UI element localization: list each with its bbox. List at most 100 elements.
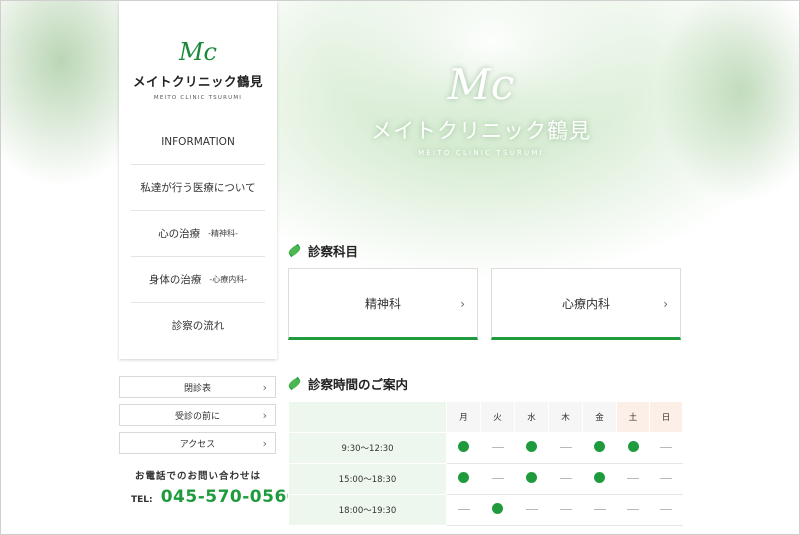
open-dot-icon: [458, 472, 469, 483]
department-card-psychosomatic[interactable]: 心療内科 ›: [491, 268, 681, 340]
open-dot-icon: [526, 441, 537, 452]
schedule-cell: [446, 432, 481, 464]
schedule-row: 9:30〜12:30: [288, 432, 683, 464]
schedule-cell: [582, 432, 617, 464]
sub-button-label: 受診の前に: [174, 411, 220, 422]
schedule-cell: [446, 494, 481, 526]
closed-dash-icon: [491, 478, 504, 479]
sidebar-logo[interactable]: Mc メイトクリニック鶴見 MEITO CLINIC TSURUMI: [119, 39, 277, 101]
day-header: 火: [480, 401, 515, 433]
department-label: 心療内科: [561, 296, 610, 311]
closed-dash-icon: [457, 509, 470, 510]
schedule-cell: [480, 463, 515, 495]
nav-item-label: 診察の流れ: [171, 320, 225, 332]
open-dot-icon: [594, 441, 605, 452]
section-title: 診察科目: [308, 244, 359, 259]
nav-item-label: 心の治療: [158, 228, 201, 240]
chevron-right-icon: ›: [262, 381, 267, 394]
sub-button-label: アクセス: [179, 439, 216, 450]
schedule-cell: [616, 494, 650, 526]
hero-subtitle: MEITO CLINIC TSURUMI: [418, 149, 544, 157]
contact-label: お電話でのお問い合わせは: [134, 471, 261, 482]
nav-item-about-care[interactable]: 私達が行う医療について: [131, 165, 265, 211]
open-dot-icon: [594, 472, 605, 483]
closed-dash-icon: [525, 509, 538, 510]
day-header-saturday: 土: [616, 401, 650, 433]
closed-dash-icon: [627, 478, 639, 479]
sub-button-before-visit[interactable]: 受診の前に ›: [119, 404, 276, 426]
schedule-cell: [514, 463, 549, 495]
nav-item-sublabel: -心療内科-: [209, 275, 248, 284]
hero-mark: Mc: [447, 60, 515, 109]
closed-dash-icon: [593, 509, 606, 510]
day-header: 水: [514, 401, 549, 433]
departments-heading: 診察科目: [288, 241, 358, 260]
sub-button-access[interactable]: アクセス ›: [119, 432, 276, 454]
open-dot-icon: [458, 441, 469, 452]
schedule-cell: [514, 494, 549, 526]
leaf-icon: [288, 244, 301, 257]
logo-subtitle: MEITO CLINIC TSURUMI: [153, 95, 243, 101]
sub-button-schedule[interactable]: 閉診表 ›: [119, 376, 276, 398]
schedule-cell: [649, 432, 683, 464]
hero-title: メイトクリニック鶴見: [371, 119, 591, 143]
schedule-cell: [548, 432, 583, 464]
nav-item-body-treatment[interactable]: 身体の治療 -心療内科-: [131, 257, 265, 303]
page-frame: Mc メイトクリニック鶴見 MEITO CLINIC TSURUMI INFOR…: [0, 0, 800, 535]
schedule-cell: [582, 463, 617, 495]
schedule-cell: [548, 463, 583, 495]
schedule-cell: [480, 432, 515, 464]
time-slot: 9:30〜12:30: [288, 432, 447, 464]
department-label: 精神科: [364, 296, 401, 311]
schedule-corner-cell: [288, 401, 447, 433]
schedule-cell: [616, 463, 650, 495]
closed-dash-icon: [559, 509, 572, 510]
chevron-right-icon: ›: [460, 297, 465, 311]
nav-item-label: 私達が行う医療について: [140, 182, 256, 194]
schedule-cell: [514, 432, 549, 464]
nav-item-mind-treatment[interactable]: 心の治療 -精神科-: [131, 211, 265, 257]
leaf-icon: [288, 377, 301, 390]
schedule-row: 18:00〜19:30: [288, 494, 683, 526]
closed-dash-icon: [660, 509, 672, 510]
day-header-sunday: 日: [649, 401, 683, 433]
phone-contact[interactable]: TEL: 045-570-0560: [131, 487, 299, 507]
section-title: 診察時間のご案内: [308, 377, 409, 392]
schedule-cell: [582, 494, 617, 526]
schedule-table: 月 火 水 木 金 土 日 9:30〜12:30 15:00〜18:30 18:00…: [288, 401, 683, 526]
schedule-cell: [649, 494, 683, 526]
phone-number[interactable]: 045-570-0560: [161, 487, 299, 507]
schedule-cell: [480, 494, 515, 526]
open-dot-icon: [627, 441, 639, 452]
chevron-right-icon: ›: [663, 297, 668, 311]
schedule-header-row: 月 火 水 木 金 土 日: [288, 401, 683, 433]
logo-mark: Mc: [178, 38, 217, 66]
open-dot-icon: [526, 472, 537, 483]
hero-logo: Mc メイトクリニック鶴見 MEITO CLINIC TSURUMI: [361, 60, 601, 158]
closed-dash-icon: [491, 447, 504, 448]
time-slot: 15:00〜18:30: [288, 463, 447, 495]
nav-item-sublabel: -精神科-: [208, 229, 238, 238]
schedule-cell: [446, 463, 481, 495]
logo-name: メイトクリニック鶴見: [132, 74, 263, 89]
tel-prefix: TEL:: [131, 495, 153, 505]
nav-item-consultation-flow[interactable]: 診察の流れ: [131, 303, 265, 348]
day-header: 木: [548, 401, 583, 433]
schedule-cell: [548, 494, 583, 526]
chevron-right-icon: ›: [262, 437, 267, 450]
chevron-right-icon: ›: [262, 409, 267, 422]
closed-dash-icon: [660, 447, 672, 448]
schedule-cell: [616, 432, 650, 464]
time-slot: 18:00〜19:30: [288, 494, 447, 526]
sidebar-nav: INFORMATION 私達が行う医療について 心の治療 -精神科- 身体の治療…: [131, 119, 265, 348]
closed-dash-icon: [627, 509, 639, 510]
department-card-psychiatry[interactable]: 精神科 ›: [288, 268, 478, 340]
nav-item-label: 身体の治療: [148, 274, 202, 286]
nav-item-information[interactable]: INFORMATION: [131, 119, 265, 165]
open-dot-icon: [492, 503, 503, 514]
sidebar: Mc メイトクリニック鶴見 MEITO CLINIC TSURUMI INFOR…: [119, 1, 277, 359]
closed-dash-icon: [559, 447, 572, 448]
schedule-heading: 診察時間のご案内: [288, 374, 408, 393]
schedule-row: 15:00〜18:30: [288, 463, 683, 495]
nav-item-label: INFORMATION: [161, 135, 235, 148]
